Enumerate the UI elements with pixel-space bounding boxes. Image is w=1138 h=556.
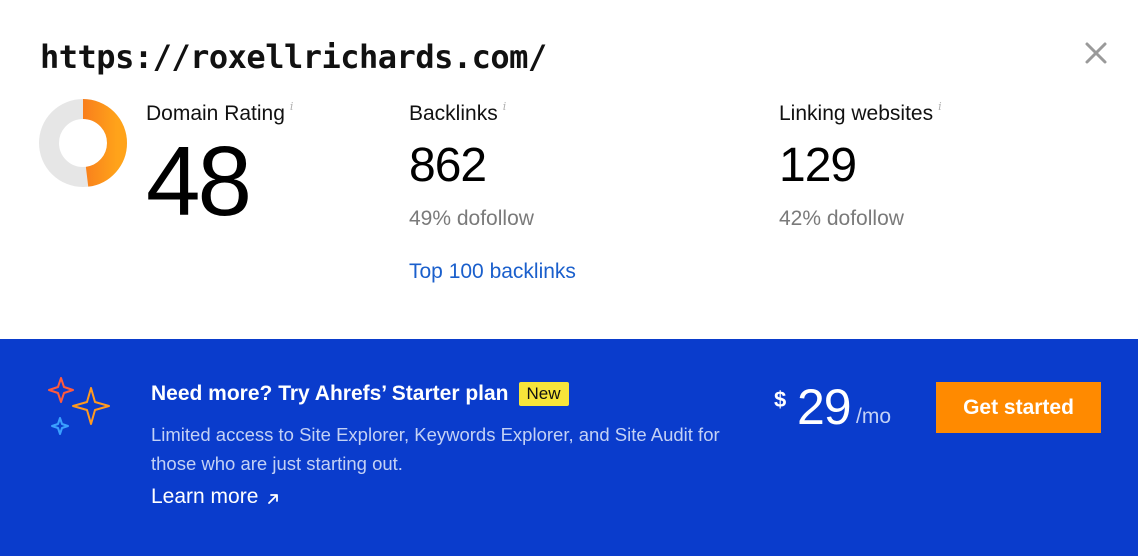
new-badge: New: [518, 382, 569, 406]
price-currency: $: [774, 387, 787, 412]
domain-rating-value: 48: [146, 126, 252, 236]
promo-title-text: Need more? Try Ahrefs’ Starter plan: [151, 382, 509, 405]
sparkles-icon: [48, 377, 110, 435]
linking-websites-label: Linking websites i: [779, 100, 942, 126]
learn-more-text: Learn more: [151, 485, 259, 508]
get-started-button[interactable]: Get started: [936, 382, 1101, 433]
domain-rating-label: Domain Rating i: [146, 100, 294, 126]
site-overview-panel: https://roxellrichards.com/ Domain Ratin…: [0, 0, 1138, 339]
price-period: /mo: [856, 405, 892, 428]
top-backlinks-link[interactable]: Top 100 backlinks: [409, 260, 576, 284]
backlinks-label-text: Backlinks: [409, 102, 498, 125]
linking-websites-dofollow: 42% dofollow: [779, 207, 904, 230]
domain-rating-donut: [39, 99, 127, 187]
close-icon[interactable]: [1081, 38, 1111, 68]
site-url: https://roxellrichards.com/: [40, 38, 547, 76]
backlinks-label: Backlinks i: [409, 100, 507, 126]
price-value: 29: [797, 379, 852, 435]
learn-more-link[interactable]: Learn more: [151, 485, 280, 509]
linking-websites-label-text: Linking websites: [779, 102, 934, 125]
info-icon[interactable]: i: [503, 100, 507, 113]
promo-description: Limited access to Site Explorer, Keyword…: [151, 424, 720, 474]
info-icon[interactable]: i: [290, 100, 294, 113]
promo-title: Need more? Try Ahrefs’ Starter plan New: [151, 382, 569, 406]
info-icon[interactable]: i: [938, 100, 942, 113]
backlinks-dofollow: 49% dofollow: [409, 207, 534, 230]
backlinks-value: 862: [409, 139, 487, 192]
domain-rating-label-text: Domain Rating: [146, 102, 285, 125]
linking-websites-value: 129: [779, 139, 857, 192]
arrow-up-right-icon: [268, 493, 279, 504]
